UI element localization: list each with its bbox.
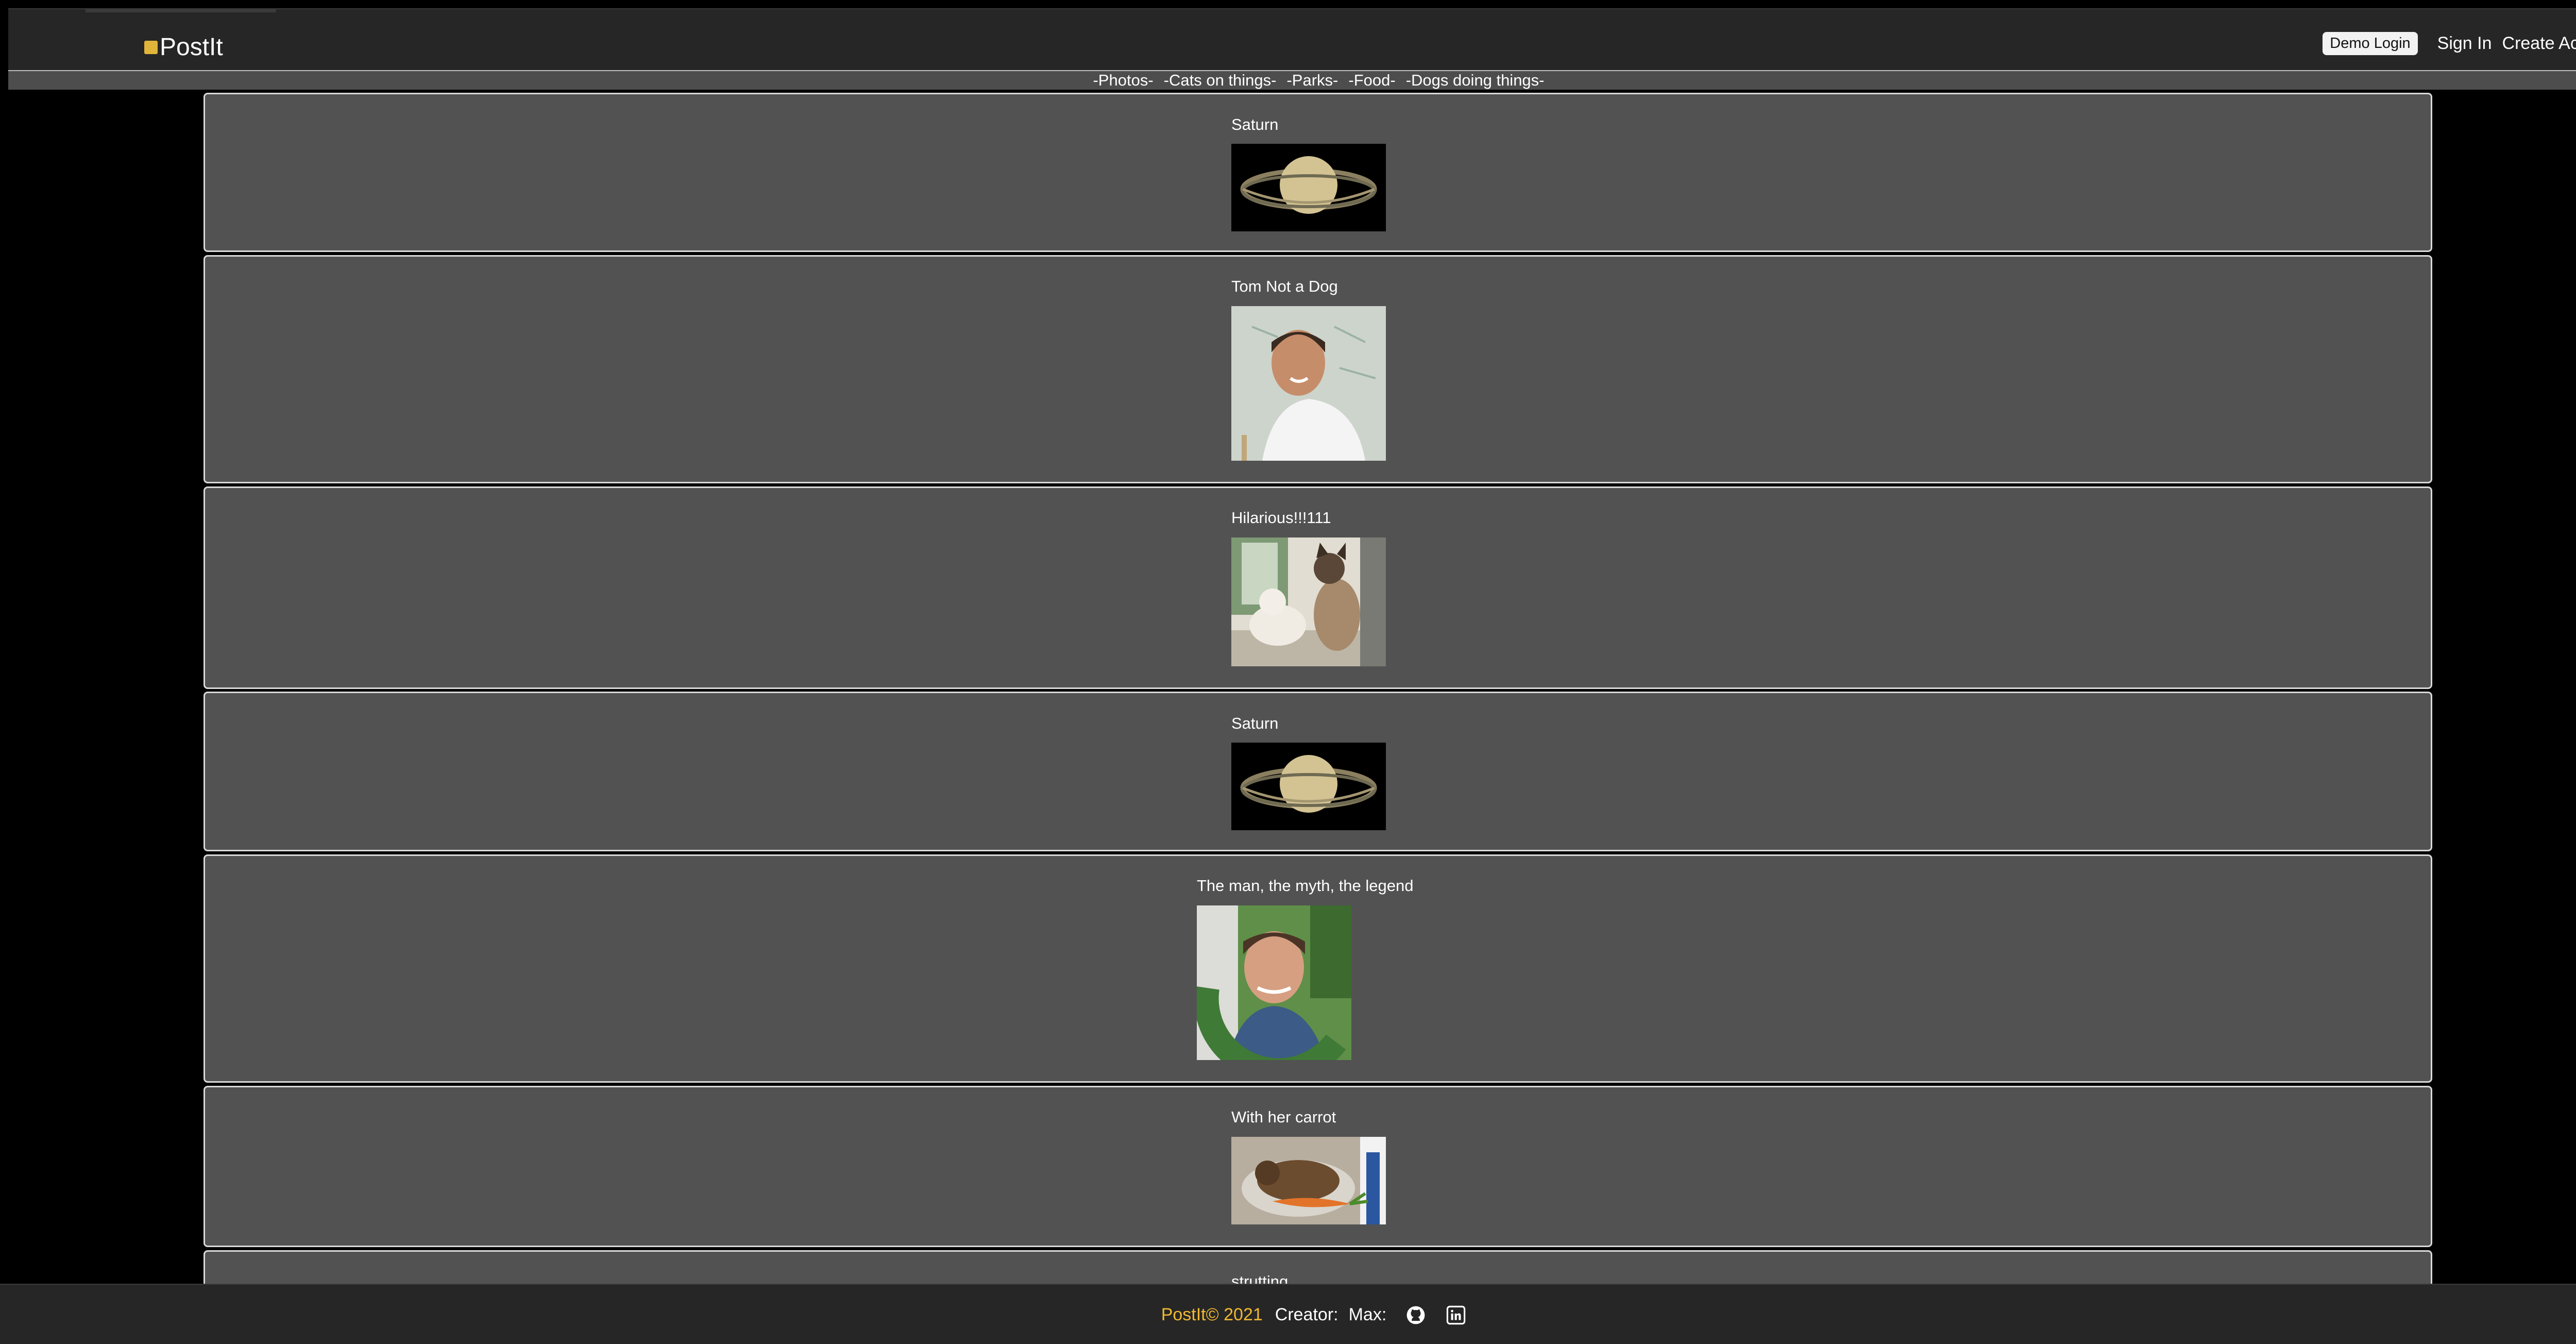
post-card[interactable]: Saturn — [204, 93, 2432, 252]
post-title[interactable]: Tom Not a Dog — [1231, 277, 1338, 296]
post-title[interactable]: With her carrot — [1231, 1108, 1336, 1127]
category-dogs-doing-things[interactable]: -Dogs doing things- — [1406, 71, 1545, 90]
tab-strip — [86, 9, 276, 12]
post-title[interactable]: Saturn — [1231, 714, 1278, 733]
post-title[interactable]: The man, the myth, the legend — [1197, 877, 1413, 895]
creator-name: Max: — [1348, 1305, 1387, 1324]
category-food[interactable]: -Food- — [1348, 71, 1395, 90]
auth-nav: Demo Login Sign In Create Account — [2323, 32, 2576, 55]
cat-carrot-photo[interactable] — [1231, 1137, 1386, 1224]
top-navbar: PostIt Demo Login Sign In Create Account — [8, 8, 2576, 70]
sticky-note-icon — [144, 40, 158, 54]
post-card[interactable]: With her carrot — [204, 1086, 2432, 1247]
post-card[interactable]: Hilarious!!!111 — [204, 486, 2432, 689]
copyright-text: PostIt© 2021 — [1161, 1305, 1263, 1324]
demo-login-button[interactable]: Demo Login — [2323, 32, 2418, 55]
portrait-photo[interactable] — [1231, 306, 1386, 461]
category-bar: -Photos- -Cats on things- -Parks- -Food-… — [8, 70, 2576, 90]
post-card[interactable]: Tom Not a Dog — [204, 255, 2432, 483]
category-photos[interactable]: -Photos- — [1093, 71, 1153, 90]
category-cats-on-things[interactable]: -Cats on things- — [1164, 71, 1277, 90]
saturn-photo[interactable] — [1231, 743, 1386, 830]
logo-text: PostIt — [160, 33, 223, 61]
post-title[interactable]: Hilarious!!!111 — [1231, 509, 1331, 527]
category-parks[interactable]: -Parks- — [1286, 71, 1338, 90]
github-icon[interactable] — [1405, 1304, 1427, 1326]
app-root: PostIt Demo Login Sign In Create Account… — [0, 0, 2576, 1344]
post-card[interactable]: Saturn — [204, 692, 2432, 851]
creator-label: Creator: — [1275, 1305, 1338, 1324]
post-title[interactable]: Saturn — [1231, 115, 1278, 134]
portrait-photo[interactable] — [1197, 905, 1351, 1060]
create-account-link[interactable]: Create Account — [2502, 33, 2576, 54]
saturn-photo[interactable] — [1231, 144, 1386, 231]
post-card[interactable]: The man, the myth, the legend — [204, 854, 2432, 1083]
logo[interactable]: PostIt — [144, 33, 223, 61]
sign-in-link[interactable]: Sign In — [2437, 33, 2492, 54]
linkedin-icon[interactable] — [1445, 1304, 1467, 1326]
footer: PostIt© 2021 Creator: Max: — [0, 1284, 2576, 1344]
cats-photo[interactable] — [1231, 537, 1386, 666]
